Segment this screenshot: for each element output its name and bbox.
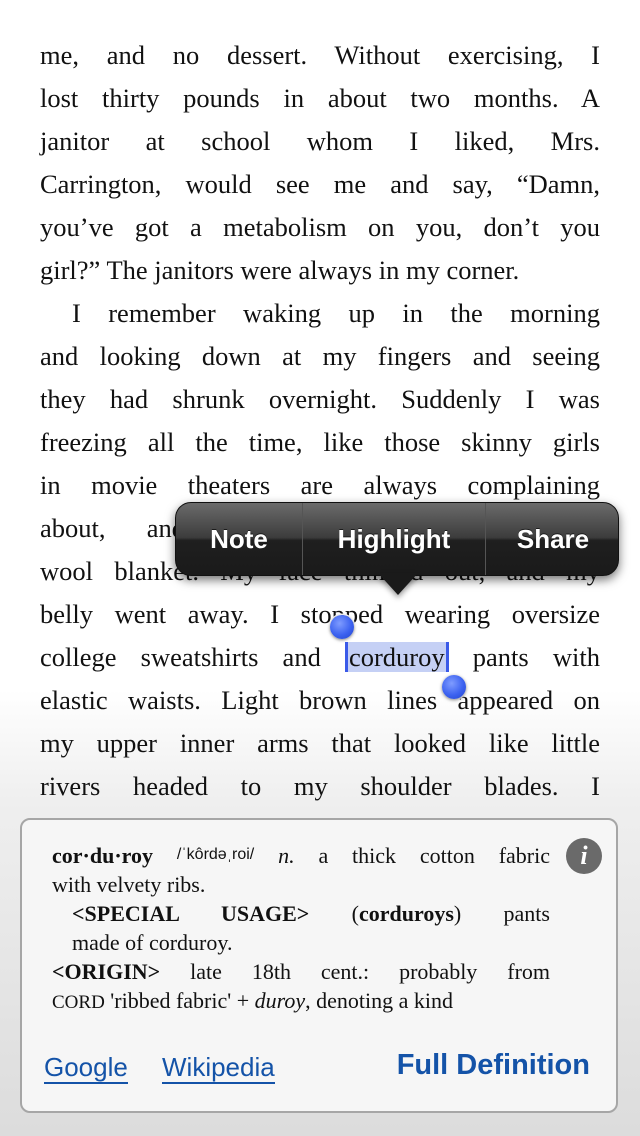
google-link[interactable]: Google	[44, 1052, 128, 1084]
context-menu: Note Highlight Share	[175, 502, 619, 576]
text-line: and looking down at my fingers and seein…	[40, 341, 600, 371]
paren: (	[351, 901, 359, 926]
selection-start-handle[interactable]	[330, 615, 354, 639]
origin-text: late 18th cent.: probably from	[190, 959, 551, 984]
text-line: I remember waking up in the morning	[72, 298, 600, 328]
definition-line: cor·du·roy /ˈkôrdəˌroi/ n. a thick cotto…	[52, 840, 550, 870]
dictionary-entry: cor·du·roy /ˈkôrdəˌroi/ n. a thick cotto…	[52, 840, 550, 1017]
text-line: you’ve got a metabolism on you, don’t yo…	[40, 212, 600, 242]
special-usage-line: made of corduroy.	[72, 930, 233, 955]
text-line: belly went away. I stopped wearing overs…	[40, 599, 600, 629]
headword: cor·du·roy	[52, 843, 154, 868]
definition-text: a thick cotton fabric	[318, 843, 550, 868]
definition-line: with velvety ribs.	[52, 872, 206, 897]
origin-line: CORD 'ribbed fabric' + duroy, denoting a…	[52, 986, 550, 1017]
info-icon[interactable]: i	[566, 838, 602, 874]
text-line: freezing all the time, like those skinny…	[40, 427, 600, 457]
text-line: me, and no dessert. Without exercising, …	[40, 40, 600, 70]
text-line: Carrington, would see me and say, “Damn,	[40, 169, 600, 199]
text-line: they had shrunk overnight. Suddenly I wa…	[40, 384, 600, 414]
origin-text: , denoting a kind	[305, 988, 454, 1013]
text-line: in movie theaters are always complaining	[40, 470, 600, 500]
reader-page: me, and no dessert. Without exercising, …	[0, 0, 640, 1136]
text-line-selection: college sweatshirts and corduroy pants w…	[40, 636, 600, 679]
text-line: girl?” The janitors were always in my co…	[40, 255, 520, 285]
context-menu-arrow	[378, 573, 418, 595]
special-usage-label: <SPECIAL USAGE>	[72, 901, 310, 926]
full-definition-button[interactable]: Full Definition	[397, 1048, 590, 1082]
paren: )	[453, 901, 462, 926]
origin-duroy: duroy	[254, 988, 306, 1013]
text-line: lost thirty pounds in about two months. …	[40, 83, 600, 113]
origin-text: 'ribbed fabric' +	[110, 988, 255, 1013]
special-usage-word: corduroys	[358, 901, 454, 926]
text-before-selection: college sweatshirts and	[40, 642, 345, 672]
note-button[interactable]: Note	[176, 503, 303, 575]
share-button[interactable]: Share	[486, 503, 618, 575]
origin-label: <ORIGIN>	[52, 959, 161, 984]
text-line: rivers headed to my shoulder blades. I	[40, 771, 600, 801]
selected-word[interactable]: corduroy	[344, 642, 449, 672]
text-line: my upper inner arms that looked like lit…	[40, 728, 600, 758]
text-after-selection: pants with	[448, 642, 600, 672]
origin-line: <ORIGIN> late 18th cent.: probably from	[52, 957, 550, 986]
dictionary-panel: cor·du·roy /ˈkôrdəˌroi/ n. a thick cotto…	[20, 818, 618, 1113]
origin-cord: CORD	[52, 992, 105, 1013]
selection-end-handle[interactable]	[442, 675, 466, 699]
highlight-button[interactable]: Highlight	[303, 503, 486, 575]
special-usage-line: <SPECIAL USAGE> (corduroys) pants	[52, 899, 550, 928]
part-of-speech: n.	[278, 843, 295, 868]
text-line: janitor at school whom I liked, Mrs.	[40, 126, 600, 156]
pronunciation: /ˈkôrdəˌroi/	[176, 846, 255, 863]
wikipedia-link[interactable]: Wikipedia	[162, 1052, 275, 1084]
dictionary-footer: Google Wikipedia Full Definition	[44, 1048, 590, 1088]
special-usage-text: pants	[503, 901, 550, 926]
text-line: elastic waists. Light brown lines appear…	[40, 685, 600, 715]
book-text: me, and no dessert. Without exercising, …	[40, 34, 600, 808]
